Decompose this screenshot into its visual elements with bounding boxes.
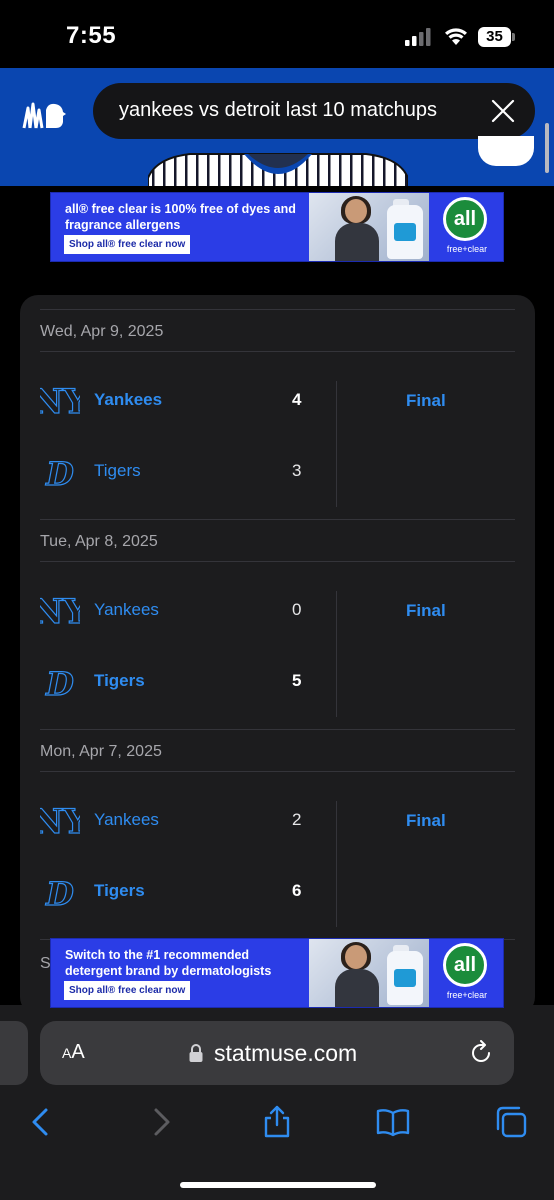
team-row[interactable]: NY Yankees 2 xyxy=(40,800,340,840)
results-card: Wed, Apr 9, 2025 NY Yankees 4 D Tigers 3… xyxy=(20,295,535,1015)
home-indicator[interactable] xyxy=(180,1182,376,1188)
team-row[interactable]: D Tigers 3 xyxy=(40,451,340,491)
team-row[interactable]: NY Yankees 4 xyxy=(40,380,340,420)
status-time: 7:55 xyxy=(66,22,117,49)
ad-product-image xyxy=(309,193,429,261)
tigers-logo-icon: D xyxy=(45,874,75,911)
back-icon[interactable] xyxy=(24,1105,58,1139)
ad-text: Switch to the #1 recommended detergent b… xyxy=(65,948,272,978)
reload-icon[interactable] xyxy=(468,1040,494,1066)
ad-product-image xyxy=(309,939,429,1007)
team-name[interactable]: Yankees xyxy=(94,810,159,830)
ad-banner-bottom[interactable]: Switch to the #1 recommended detergent b… xyxy=(50,938,504,1008)
ad-brand-subtitle: free+clear xyxy=(446,244,488,254)
yankees-logo-icon: NY xyxy=(40,381,80,420)
team-score: 4 xyxy=(292,390,302,409)
ad-cta-button[interactable]: Shop all® free clear now xyxy=(64,235,191,254)
game-entry[interactable]: Tue, Apr 8, 2025 NY Yankees 0 D Tigers 5… xyxy=(40,519,515,729)
ad-brand-logo: all xyxy=(443,943,487,987)
yankees-logo-icon: NY xyxy=(40,591,80,630)
wifi-icon xyxy=(445,28,467,45)
text-size-button[interactable]: AA xyxy=(62,1041,85,1064)
share-icon[interactable] xyxy=(260,1105,294,1139)
team-score: 0 xyxy=(292,600,302,619)
team-score: 5 xyxy=(292,671,302,690)
site-header: yankees vs detroit last 10 matchups xyxy=(0,68,554,186)
game-status[interactable]: Final xyxy=(406,391,446,411)
cellular-signal-icon xyxy=(405,28,431,46)
status-bar: 7:55 35 xyxy=(0,0,554,68)
game-entry[interactable]: Wed, Apr 9, 2025 NY Yankees 4 D Tigers 3… xyxy=(40,309,515,519)
search-query[interactable]: yankees vs detroit last 10 matchups xyxy=(119,99,437,122)
team-name[interactable]: Tigers xyxy=(94,461,141,481)
team-score: 3 xyxy=(292,461,302,480)
svg-text:D: D xyxy=(45,455,74,491)
team-score: 6 xyxy=(292,881,302,900)
yankees-logo-icon: NY xyxy=(40,801,80,840)
forward-icon[interactable] xyxy=(144,1105,178,1139)
ad-text: all® free clear is 100% free of dyes and… xyxy=(65,202,296,232)
address-bar[interactable]: AA statmuse.com xyxy=(40,1021,514,1085)
team-name[interactable]: Tigers xyxy=(94,881,145,901)
lock-icon xyxy=(189,1044,203,1062)
tigers-logo-icon: D xyxy=(45,454,75,491)
battery-level: 35 xyxy=(478,27,511,47)
bookmarks-icon[interactable] xyxy=(376,1105,410,1139)
team-name[interactable]: Tigers xyxy=(94,671,145,691)
svg-text:NY: NY xyxy=(40,802,80,840)
ad-banner-top[interactable]: all® free clear is 100% free of dyes and… xyxy=(50,192,504,262)
tabs-icon[interactable] xyxy=(494,1105,528,1139)
mascot-jersey-image xyxy=(148,153,408,186)
statmuse-logo-icon[interactable] xyxy=(22,100,70,130)
browser-toolbar: AA statmuse.com xyxy=(0,1005,554,1200)
svg-text:D: D xyxy=(45,665,74,701)
search-bar[interactable]: yankees vs detroit last 10 matchups xyxy=(93,83,535,139)
game-status[interactable]: Final xyxy=(406,811,446,831)
ad-brand-subtitle: free+clear xyxy=(446,990,488,1000)
svg-text:NY: NY xyxy=(40,592,80,630)
team-name[interactable]: Yankees xyxy=(94,600,159,620)
scrollbar[interactable] xyxy=(545,123,549,173)
svg-text:NY: NY xyxy=(40,382,80,420)
battery-icon: 35 xyxy=(478,27,516,47)
previous-tab-preview[interactable] xyxy=(0,1021,28,1085)
tigers-logo-icon: D xyxy=(45,664,75,701)
team-row[interactable]: NY Yankees 0 xyxy=(40,590,340,630)
ad-brand-logo: all xyxy=(443,197,487,241)
svg-text:D: D xyxy=(45,875,74,911)
game-entry[interactable]: Mon, Apr 7, 2025 NY Yankees 2 D Tigers 6… xyxy=(40,729,515,939)
header-corner-button[interactable] xyxy=(478,136,534,166)
url-text[interactable]: statmuse.com xyxy=(214,1040,357,1067)
team-row[interactable]: D Tigers 5 xyxy=(40,661,340,701)
game-date: Tue, Apr 8, 2025 xyxy=(40,533,158,550)
ad-cta-button[interactable]: Shop all® free clear now xyxy=(64,981,191,1000)
team-name[interactable]: Yankees xyxy=(94,390,162,410)
team-row[interactable]: D Tigers 6 xyxy=(40,871,340,911)
team-score: 2 xyxy=(292,810,302,829)
game-date: Wed, Apr 9, 2025 xyxy=(40,323,164,340)
close-icon[interactable] xyxy=(489,97,517,125)
game-date: Mon, Apr 7, 2025 xyxy=(40,743,162,760)
game-status[interactable]: Final xyxy=(406,601,446,621)
